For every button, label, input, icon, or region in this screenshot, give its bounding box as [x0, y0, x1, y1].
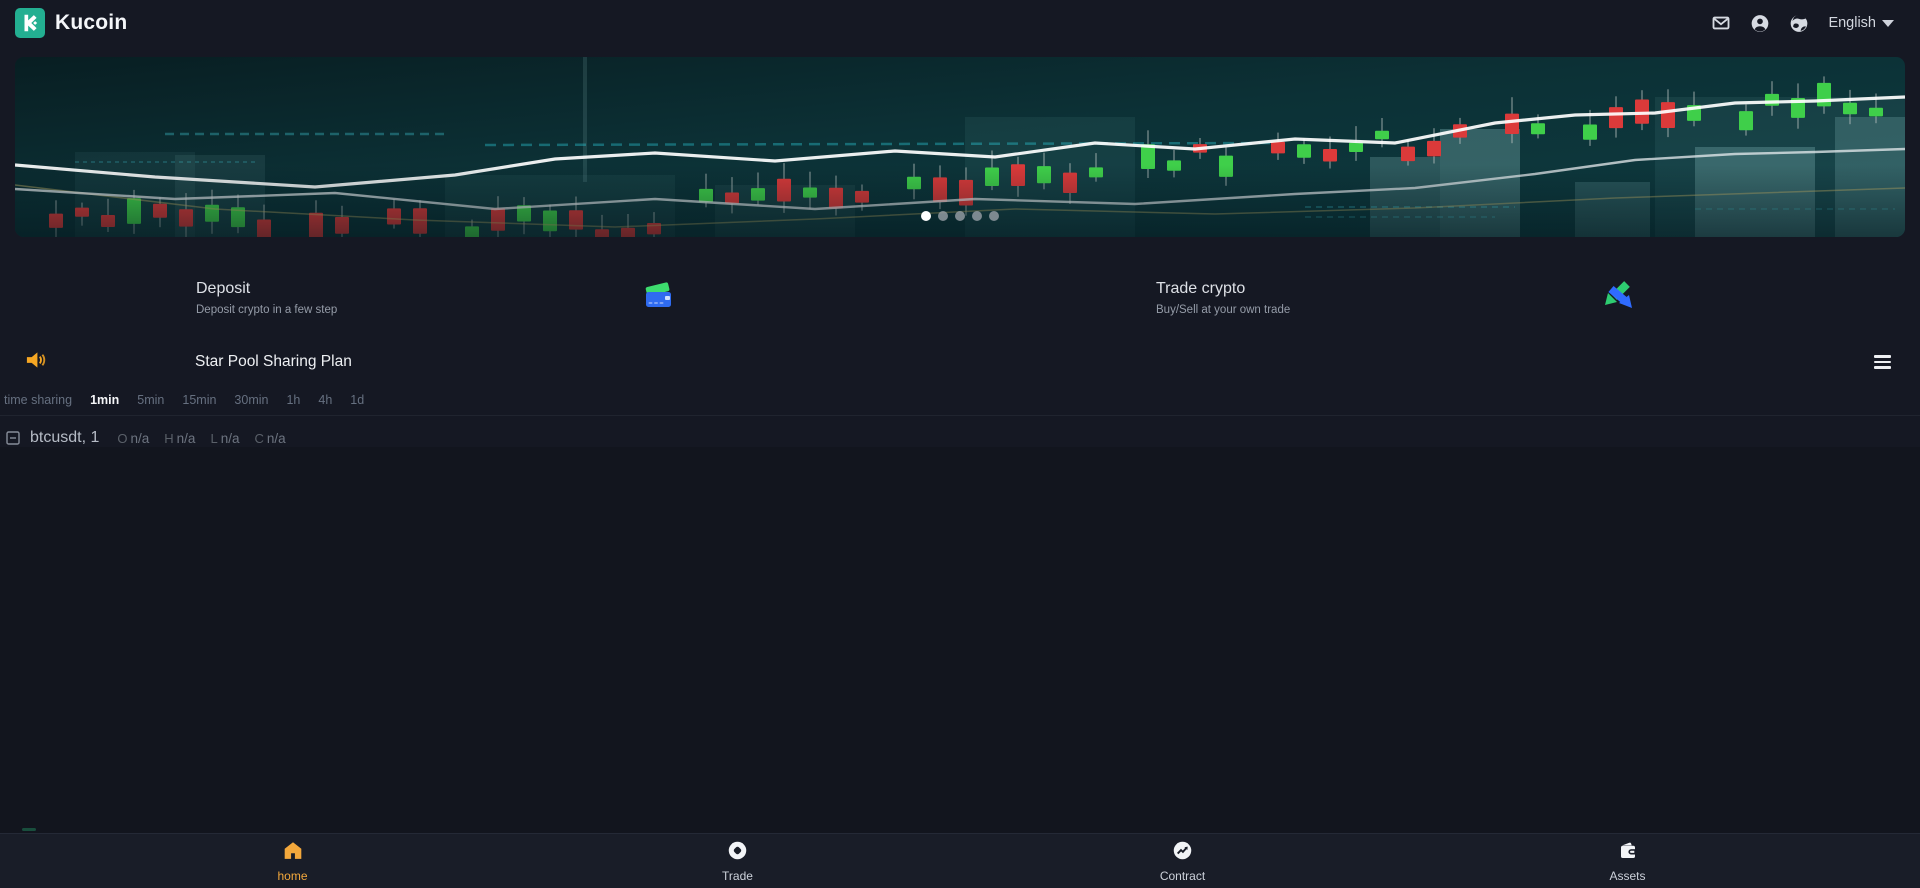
trade-crypto-card[interactable]: Trade crypto Buy/Sell at your own trade	[960, 268, 1920, 328]
credit-card-icon	[642, 281, 674, 316]
tab-1min[interactable]: 1min	[90, 393, 119, 407]
brand-title: Kucoin	[55, 11, 128, 34]
header-actions: English	[1711, 13, 1894, 33]
nav-item-home[interactable]: home	[70, 834, 515, 888]
nav-label-contract: Contract	[1159, 868, 1206, 883]
announcement-title[interactable]: Star Pool Sharing Plan	[195, 353, 352, 371]
open-field: O n/a	[117, 430, 150, 446]
globe-icon[interactable]	[1789, 13, 1809, 33]
carousel-dot[interactable]	[972, 211, 982, 221]
deposit-subtitle: Deposit crypto in a few step	[196, 304, 338, 316]
swap-arrows-icon	[1603, 280, 1634, 316]
high-field: H n/a	[164, 430, 196, 446]
close-field: C n/a	[254, 430, 286, 446]
tab-1d[interactable]: 1d	[350, 393, 364, 407]
language-selector[interactable]: English	[1828, 15, 1894, 31]
ohlc-values: O n/a H n/a L n/a C n/a	[117, 431, 285, 446]
mail-icon[interactable]	[1711, 13, 1731, 33]
carousel-dot[interactable]	[955, 211, 965, 221]
menu-icon[interactable]	[1871, 352, 1894, 372]
home-icon	[282, 840, 304, 866]
carousel-dot[interactable]	[921, 211, 931, 221]
contract-icon	[1172, 840, 1193, 866]
assets-icon	[1617, 840, 1639, 866]
timeframe-tabs: time sharing 1min 5min 15min 30min 1h 4h…	[0, 387, 1920, 416]
carousel-dot[interactable]	[989, 211, 999, 221]
nav-item-contract[interactable]: Contract	[960, 834, 1405, 888]
announcement-bar: Star Pool Sharing Plan	[0, 345, 1920, 379]
banner-chart-image	[15, 57, 1905, 237]
trade-icon	[727, 840, 748, 866]
tab-15min[interactable]: 15min	[182, 393, 216, 407]
carousel-dot[interactable]	[938, 211, 948, 221]
profile-icon[interactable]	[1750, 13, 1770, 33]
chevron-down-icon	[1882, 19, 1894, 27]
nav-item-trade[interactable]: Trade	[515, 834, 960, 888]
chart-artifact	[22, 828, 36, 831]
low-field: L n/a	[210, 430, 240, 446]
nav-label-assets: Assets	[1609, 868, 1646, 883]
nav-item-assets[interactable]: Assets	[1405, 834, 1850, 888]
bottom-nav: home Trade Contract Assets	[0, 833, 1920, 888]
carousel-dots	[921, 211, 999, 221]
kucoin-logo-icon[interactable]	[15, 8, 45, 38]
language-label: English	[1828, 15, 1876, 31]
speaker-icon	[25, 350, 46, 375]
deposit-card[interactable]: Deposit Deposit crypto in a few step	[0, 268, 960, 328]
nav-label-home: home	[277, 868, 308, 883]
tab-1h[interactable]: 1h	[286, 393, 300, 407]
banner-carousel[interactable]	[15, 57, 1905, 237]
tab-4h[interactable]: 4h	[318, 393, 332, 407]
quick-actions-row: Deposit Deposit crypto in a few step Tra…	[0, 268, 1920, 328]
chart-canvas[interactable]	[0, 447, 1920, 833]
tab-5min[interactable]: 5min	[137, 393, 164, 407]
nav-label-trade: Trade	[722, 868, 753, 883]
top-header: Kucoin English	[0, 0, 1920, 46]
tab-time-sharing[interactable]: time sharing	[4, 393, 72, 407]
deposit-title: Deposit	[196, 280, 251, 297]
trade-crypto-subtitle: Buy/Sell at your own trade	[1156, 304, 1291, 316]
trade-crypto-title: Trade crypto	[1156, 280, 1246, 297]
collapse-icon[interactable]	[6, 431, 20, 445]
symbol-label: btcusdt, 1	[30, 429, 100, 446]
tab-30min[interactable]: 30min	[234, 393, 268, 407]
